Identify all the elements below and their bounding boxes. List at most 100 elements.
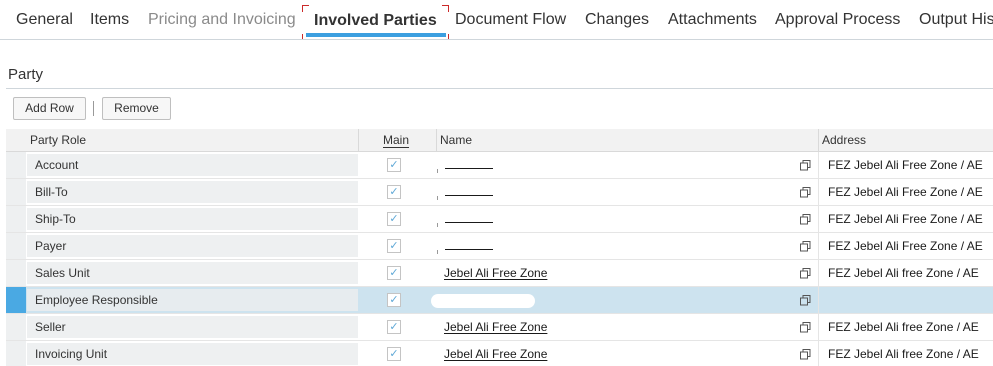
party-role-label: Bill-To — [35, 185, 68, 199]
column-divider — [436, 129, 437, 152]
column-divider — [358, 129, 359, 152]
tab-involved-parties[interactable]: Involved Parties — [314, 12, 437, 30]
checkmark-icon: ✓ — [389, 267, 399, 279]
copy-icon[interactable] — [800, 349, 811, 360]
party-role-field[interactable]: Account — [27, 154, 358, 176]
focus-corner — [302, 34, 309, 39]
name-link[interactable] — [445, 195, 493, 196]
tab-pricing-and-invoicing[interactable]: Pricing and Invoicing — [148, 11, 296, 29]
party-role-field[interactable]: Seller — [27, 316, 358, 338]
copy-icon[interactable] — [800, 160, 811, 171]
main-checkbox[interactable]: ✓ — [387, 347, 401, 361]
copy-icon[interactable] — [800, 214, 811, 225]
add-row-button[interactable]: Add Row — [13, 97, 86, 120]
tab-items[interactable]: Items — [90, 11, 129, 29]
tab-general[interactable]: General — [16, 11, 73, 29]
focus-corner — [442, 5, 449, 12]
name-field-edge — [437, 250, 438, 254]
row-selector[interactable] — [6, 179, 26, 205]
party-role-field[interactable]: Invoicing Unit — [27, 343, 358, 365]
party-role-field[interactable]: Employee Responsible — [27, 289, 358, 311]
address-text: FEZ Jebel Ali free Zone / AE — [828, 266, 979, 280]
checkmark-icon: ✓ — [389, 321, 399, 333]
party-role-label: Invoicing Unit — [35, 347, 108, 361]
row-selector[interactable] — [6, 233, 26, 259]
focus-corner — [442, 34, 449, 39]
table-row[interactable]: Payer ✓ FEZ Jebel Ali Free Zone / AE — [6, 233, 993, 260]
column-divider — [818, 179, 819, 205]
main-checkbox[interactable]: ✓ — [387, 185, 401, 199]
column-divider — [818, 129, 819, 152]
table-row[interactable]: Ship-To ✓ FEZ Jebel Ali Free Zone / AE — [6, 206, 993, 233]
column-divider — [818, 152, 819, 178]
tab-document-flow[interactable]: Document Flow — [455, 11, 566, 29]
party-role-field[interactable]: Bill-To — [27, 181, 358, 203]
copy-icon[interactable] — [800, 187, 811, 198]
column-divider — [818, 260, 819, 286]
main-checkbox[interactable]: ✓ — [387, 266, 401, 280]
tab-attachments[interactable]: Attachments — [668, 11, 757, 29]
name-link[interactable] — [445, 249, 493, 250]
name-link[interactable]: Jebel Ali Free Zone — [444, 320, 547, 334]
column-header-name[interactable]: Name — [440, 129, 472, 152]
name-link[interactable] — [445, 168, 493, 169]
address-text: FEZ Jebel Ali free Zone / AE — [828, 320, 979, 334]
row-selector[interactable] — [6, 206, 26, 232]
address-text: FEZ Jebel Ali free Zone / AE — [828, 347, 979, 361]
column-header-party-role[interactable]: Party Role — [30, 129, 86, 152]
name-field-edge — [437, 169, 438, 173]
name-input[interactable] — [431, 294, 535, 308]
row-selector[interactable] — [6, 314, 26, 340]
table-row[interactable]: Bill-To ✓ FEZ Jebel Ali Free Zone / AE — [6, 179, 993, 206]
party-role-label: Sales Unit — [35, 266, 90, 280]
row-selector[interactable] — [6, 287, 26, 313]
table-row-selected[interactable]: Employee Responsible ✓ — [6, 287, 993, 314]
row-selector[interactable] — [6, 260, 26, 286]
main-checkbox[interactable]: ✓ — [387, 212, 401, 226]
column-divider — [818, 341, 819, 366]
tab-output-history[interactable]: Output His — [919, 11, 993, 29]
party-role-label: Payer — [35, 239, 67, 253]
tab-strip: General Items Pricing and Invoicing Invo… — [0, 0, 993, 40]
checkmark-icon: ✓ — [389, 348, 399, 360]
address-text: FEZ Jebel Ali Free Zone / AE — [828, 212, 983, 226]
row-selector[interactable] — [6, 152, 26, 178]
table-row[interactable]: Seller ✓ Jebel Ali Free Zone FEZ Jebel A… — [6, 314, 993, 341]
table-row[interactable]: Invoicing Unit ✓ Jebel Ali Free Zone FEZ… — [6, 341, 993, 366]
remove-button[interactable]: Remove — [102, 97, 171, 120]
checkmark-icon: ✓ — [389, 213, 399, 225]
party-role-field[interactable]: Sales Unit — [27, 262, 358, 284]
name-field-edge — [437, 223, 438, 227]
table-header: Party Role Main Name Address — [6, 129, 993, 152]
column-divider — [818, 287, 819, 313]
checkmark-icon: ✓ — [389, 186, 399, 198]
active-tab-indicator — [306, 33, 446, 37]
table-row[interactable]: Account ✓ FEZ Jebel Ali Free Zone / AE — [6, 152, 993, 179]
name-link[interactable] — [445, 222, 493, 223]
section-title: Party — [8, 66, 44, 83]
column-header-main[interactable]: Main — [383, 129, 409, 152]
tab-approval-process[interactable]: Approval Process — [775, 11, 900, 29]
copy-icon[interactable] — [800, 268, 811, 279]
main-checkbox[interactable]: ✓ — [387, 293, 401, 307]
main-checkbox[interactable]: ✓ — [387, 239, 401, 253]
tab-changes[interactable]: Changes — [585, 11, 649, 29]
address-text: FEZ Jebel Ali Free Zone / AE — [828, 185, 983, 199]
name-link[interactable]: Jebel Ali Free Zone — [444, 347, 547, 361]
column-header-address[interactable]: Address — [822, 129, 866, 152]
main-checkbox[interactable]: ✓ — [387, 320, 401, 334]
copy-icon[interactable] — [800, 322, 811, 333]
copy-icon[interactable] — [800, 295, 811, 306]
party-role-label: Seller — [35, 320, 66, 334]
party-role-label: Ship-To — [35, 212, 76, 226]
table-row[interactable]: Sales Unit ✓ Jebel Ali Free Zone FEZ Jeb… — [6, 260, 993, 287]
party-role-label: Account — [35, 158, 79, 172]
name-link[interactable]: Jebel Ali Free Zone — [444, 266, 547, 280]
main-checkbox[interactable]: ✓ — [387, 158, 401, 172]
row-selector[interactable] — [6, 341, 26, 366]
name-field-edge — [437, 196, 438, 200]
party-role-field[interactable]: Ship-To — [27, 208, 358, 230]
address-text: FEZ Jebel Ali Free Zone / AE — [828, 239, 983, 253]
copy-icon[interactable] — [800, 241, 811, 252]
party-role-field[interactable]: Payer — [27, 235, 358, 257]
